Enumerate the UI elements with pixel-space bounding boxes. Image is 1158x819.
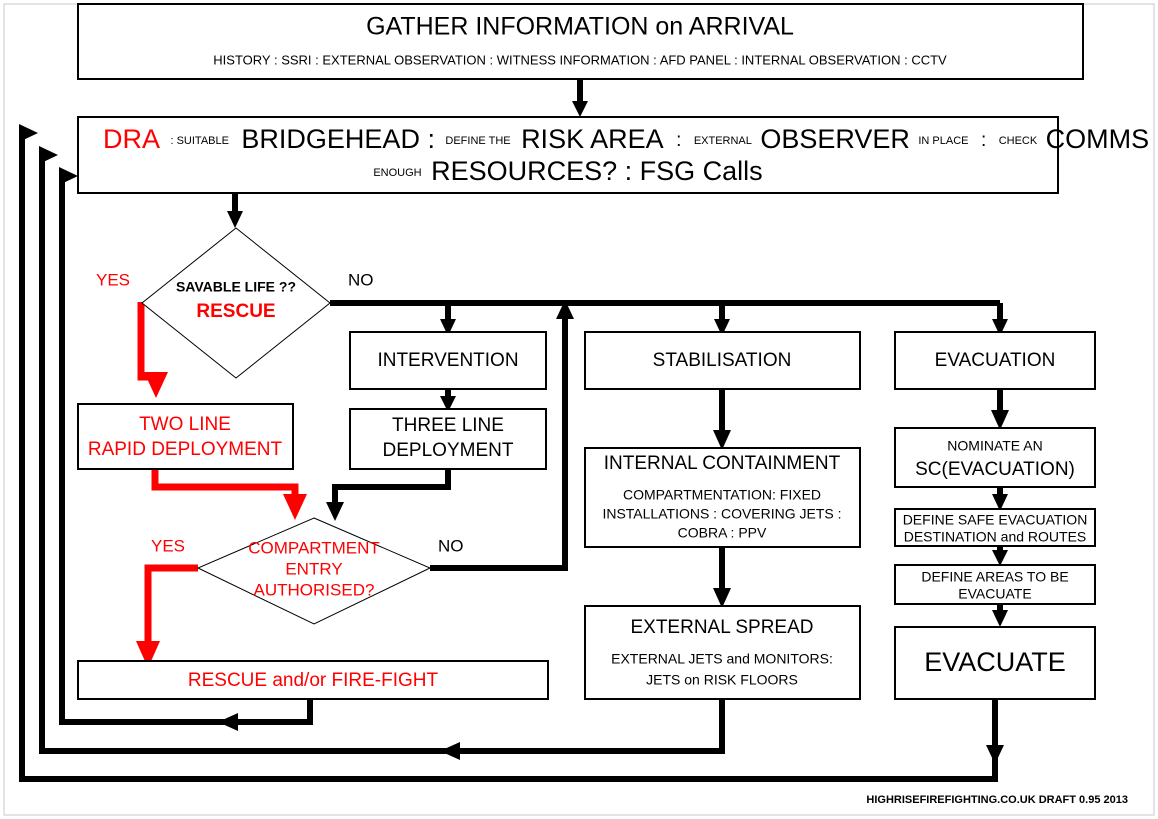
node-stabilisation[interactable]: STABILISATION [584,331,861,390]
compartment-l3: AUTHORISED? [254,580,375,599]
node-three-line-deployment[interactable]: THREE LINE DEPLOYMENT [349,408,547,470]
edge-definesafe-to-defineareas [992,546,1008,566]
define-areas-l1: DEFINE AREAS TO BE [921,569,1068,585]
dra-label-resources: RESOURCES? : FSG Calls [431,156,763,186]
flowchart-svg: GATHER INFORMATION on ARRIVAL HISTORY : … [3,3,1155,816]
containment-d2: INSTALLATIONS : COVERING JETS : [602,506,841,522]
label-savable-yes: YES [96,270,130,289]
node-savable-life-decision[interactable]: SAVABLE LIFE ?? RESCUE [141,227,331,379]
dra-label-observer: OBSERVER [760,124,910,154]
dra-label-riskarea: RISK AREA [521,124,664,154]
three-line-l1: THREE LINE [392,415,504,436]
compartment-l2: ENTRY [285,559,342,578]
edge-twoline-to-compartment-red [151,469,307,520]
two-line-l2: RAPID DEPLOYMENT [88,439,283,460]
dra-label-check: CHECK [999,135,1038,147]
footer-credit: HIGHRISEFIREFIGHTING.CO.UK DRAFT 0.95 20… [866,794,1128,806]
nominate-l2: SC(EVACUATION) [915,459,1075,480]
edge-compartment-yes-red [136,564,198,668]
gather-title: GATHER INFORMATION on ARRIVAL [366,13,794,41]
node-evacuation[interactable]: EVACUATION [894,331,1096,390]
external-spread-title: EXTERNAL SPREAD [630,617,813,638]
dra-label-comms: COMMS [1046,124,1150,154]
rescue-firefight-title: RESCUE and/or FIRE-FIGHT [188,670,439,691]
dra-label-dra: DRA [103,124,160,154]
flowchart-page: GATHER INFORMATION on ARRIVAL HISTORY : … [0,0,1158,819]
dra-line2: ENOUGH RESOURCES? : FSG Calls [373,156,762,186]
define-safe-l2: DESTINATION and ROUTES [904,529,1087,545]
compartment-l1: COMPARTMENT [248,538,380,557]
dra-colon-1: : [676,130,681,151]
dra-label-inplace: IN PLACE [918,135,968,147]
two-line-l1: TWO LINE [139,414,231,435]
define-safe-l1: DEFINE SAFE EVACUATION [903,512,1088,528]
containment-d1: COMPARTMENTATION: FIXED [623,487,821,503]
external-spread-d1: EXTERNAL JETS and MONITORS: [611,651,833,667]
savable-life-question: SAVABLE LIFE ?? [176,279,296,295]
three-line-l2: DEPLOYMENT [383,440,514,461]
edge-containment-to-external [713,547,731,608]
savable-life-action: RESCUE [196,301,275,322]
edge-nominate-to-definesafe [992,487,1008,511]
dra-colon-2: : [981,130,986,151]
node-intervention[interactable]: INTERVENTION [349,331,547,390]
define-areas-l2: EVACUATE [958,586,1031,602]
node-compartment-entry-decision[interactable]: COMPARTMENT ENTRY AUTHORISED? [196,517,432,625]
edge-defineareas-to-evacuate [992,604,1008,627]
containment-d3: COBRA : PPV [678,525,767,541]
nominate-l1: NOMINATE AN [947,438,1042,454]
label-savable-no: NO [348,270,374,289]
node-rescue-firefight[interactable]: RESCUE and/or FIRE-FIGHT [77,660,549,700]
node-internal-containment[interactable]: INTERNAL CONTAINMENT COMPARTMENTATION: F… [584,447,861,548]
dra-label-definethe: DEFINE THE [445,135,510,147]
node-define-safe-evacuation[interactable]: DEFINE SAFE EVACUATION DESTINATION and R… [894,508,1096,547]
node-dra[interactable]: DRA : SUITABLE BRIDGEHEAD : DEFINE THE R… [77,116,1150,194]
evacuate-title: EVACUATE [924,647,1066,677]
dra-label-external: EXTERNAL [694,135,752,147]
edge-dra-to-savable [227,193,243,228]
evacuation-title: EVACUATION [935,350,1056,371]
node-two-line-rapid-deployment[interactable]: TWO LINE RAPID DEPLOYMENT [77,403,294,470]
edge-gather-to-dra [572,79,588,117]
dra-label-suitable: : SUITABLE [170,135,228,147]
edge-evacuation-to-nominate [991,389,1009,430]
label-compartment-no: NO [438,536,464,555]
edge-threeline-to-compartment [326,469,451,521]
edge-stabilisation-to-containment [713,389,731,450]
gather-detail: HISTORY : SSRI : EXTERNAL OBSERVATION : … [213,52,947,67]
stabilisation-title: STABILISATION [653,350,792,371]
dra-label-bridgehead: BRIDGEHEAD : [241,124,435,154]
node-nominate-sc[interactable]: NOMINATE AN SC(EVACUATION) [894,427,1096,488]
node-external-spread[interactable]: EXTERNAL SPREAD EXTERNAL JETS and MONITO… [584,605,861,700]
node-gather-information[interactable]: GATHER INFORMATION on ARRIVAL HISTORY : … [77,3,1084,80]
external-spread-d2: JETS on RISK FLOORS [646,672,798,688]
dra-label-enough: ENOUGH [373,167,421,179]
node-evacuate[interactable]: EVACUATE [894,626,1096,700]
label-compartment-yes: YES [151,536,185,555]
intervention-title: INTERVENTION [377,350,518,371]
containment-title: INTERNAL CONTAINMENT [604,453,841,474]
node-define-areas[interactable]: DEFINE AREAS TO BE EVACUATE [894,564,1096,605]
